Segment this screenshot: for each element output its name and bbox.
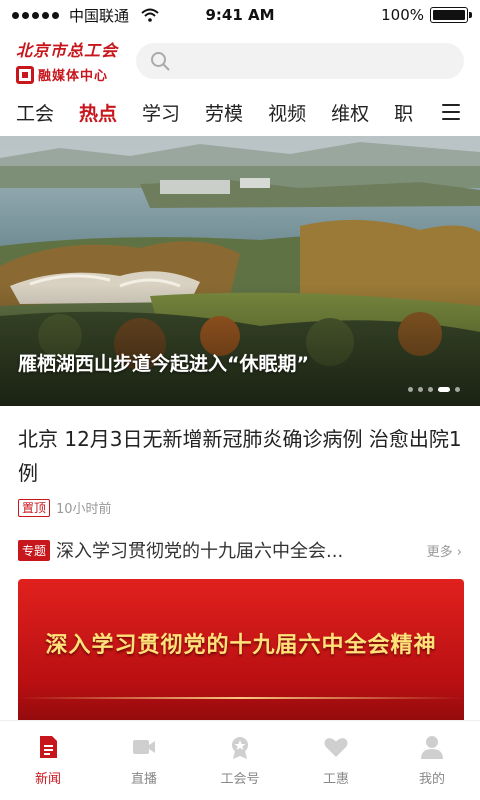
pinned-badge: 置顶 [18, 498, 51, 517]
category-tabs: 工会 热点 学习 劳模 视频 维权 职 [0, 92, 480, 132]
nav-news[interactable]: 新闻 [0, 721, 96, 800]
topic-banner[interactable]: 深入学习贯彻党的十九届六中全会精神 [18, 579, 464, 727]
tab-study[interactable]: 学习 [142, 99, 180, 126]
news-headline[interactable]: 北京 12月3日无新增新冠肺炎确诊病例 治愈出院1例 [18, 422, 462, 490]
bottom-navigation: 新闻 直播 工会号 工惠 我的 [0, 720, 480, 800]
nav-label: 新闻 [34, 772, 61, 787]
signal-icon [12, 11, 59, 19]
hero-caption[interactable]: 雁栖湖西山步道今起进入“休眠期” [18, 349, 309, 376]
news-meta: 置顶 10小时前 [18, 498, 112, 517]
battery-percent: 100% [381, 6, 424, 24]
tab-partial[interactable]: 职 [394, 99, 413, 126]
search-icon [151, 52, 170, 71]
nav-label: 我的 [418, 772, 445, 787]
carousel-dot [418, 387, 423, 392]
search-bar[interactable] [136, 43, 464, 79]
nav-live[interactable]: 直播 [96, 721, 192, 800]
logo-mark-icon [16, 65, 34, 84]
banner-text: 深入学习贯彻党的十九届六中全会精神 [45, 632, 437, 658]
battery-icon [430, 7, 472, 23]
status-bar: 中国联通 9:41 AM 100% [0, 0, 480, 30]
nav-label: 直播 [130, 772, 157, 787]
nav-label: 工会号 [220, 772, 260, 787]
hero-carousel[interactable]: 雁栖湖西山步道今起进入“休眠期” [0, 136, 480, 406]
topic-badge: 专题 [18, 539, 51, 561]
logo-subtitle: 融媒体中心 [38, 69, 109, 84]
topic-title[interactable]: 深入学习贯彻党的十九届六中全会... [56, 537, 343, 563]
more-link[interactable]: 更多 › [427, 541, 462, 560]
news-time: 10小时前 [56, 502, 112, 517]
search-input[interactable] [178, 53, 464, 69]
video-camera-icon [133, 740, 155, 754]
carousel-dot [408, 387, 413, 392]
nav-profile[interactable]: 我的 [384, 721, 480, 800]
app-header: 北京市总工会 融媒体中心 [0, 32, 480, 90]
nav-label: 工惠 [322, 772, 349, 787]
tab-union[interactable]: 工会 [16, 99, 54, 126]
logo-title: 北京市总工会 [16, 41, 119, 60]
tab-hot[interactable]: 热点 [79, 99, 117, 126]
tab-video[interactable]: 视频 [268, 99, 306, 126]
carousel-dot [455, 387, 460, 392]
tab-rights[interactable]: 维权 [331, 99, 369, 126]
carousel-indicator [408, 387, 460, 392]
heart-icon [324, 738, 348, 757]
wifi-icon [141, 8, 159, 22]
menu-icon[interactable] [442, 104, 460, 120]
banner-decoration [18, 697, 464, 699]
tab-model-workers[interactable]: 劳模 [205, 99, 243, 126]
badge-icon [232, 737, 248, 759]
carousel-dot-active [438, 387, 450, 392]
nav-benefits[interactable]: 工惠 [288, 721, 384, 800]
topic-header: 专题 深入学习贯彻党的十九届六中全会... 更多 › [18, 537, 462, 563]
app-logo[interactable]: 北京市总工会 融媒体中心 [16, 37, 120, 85]
carousel-dot [428, 387, 433, 392]
user-icon [421, 736, 443, 759]
carrier-name: 中国联通 [69, 6, 130, 25]
nav-union-account[interactable]: 工会号 [192, 721, 288, 800]
news-icon [40, 736, 57, 758]
